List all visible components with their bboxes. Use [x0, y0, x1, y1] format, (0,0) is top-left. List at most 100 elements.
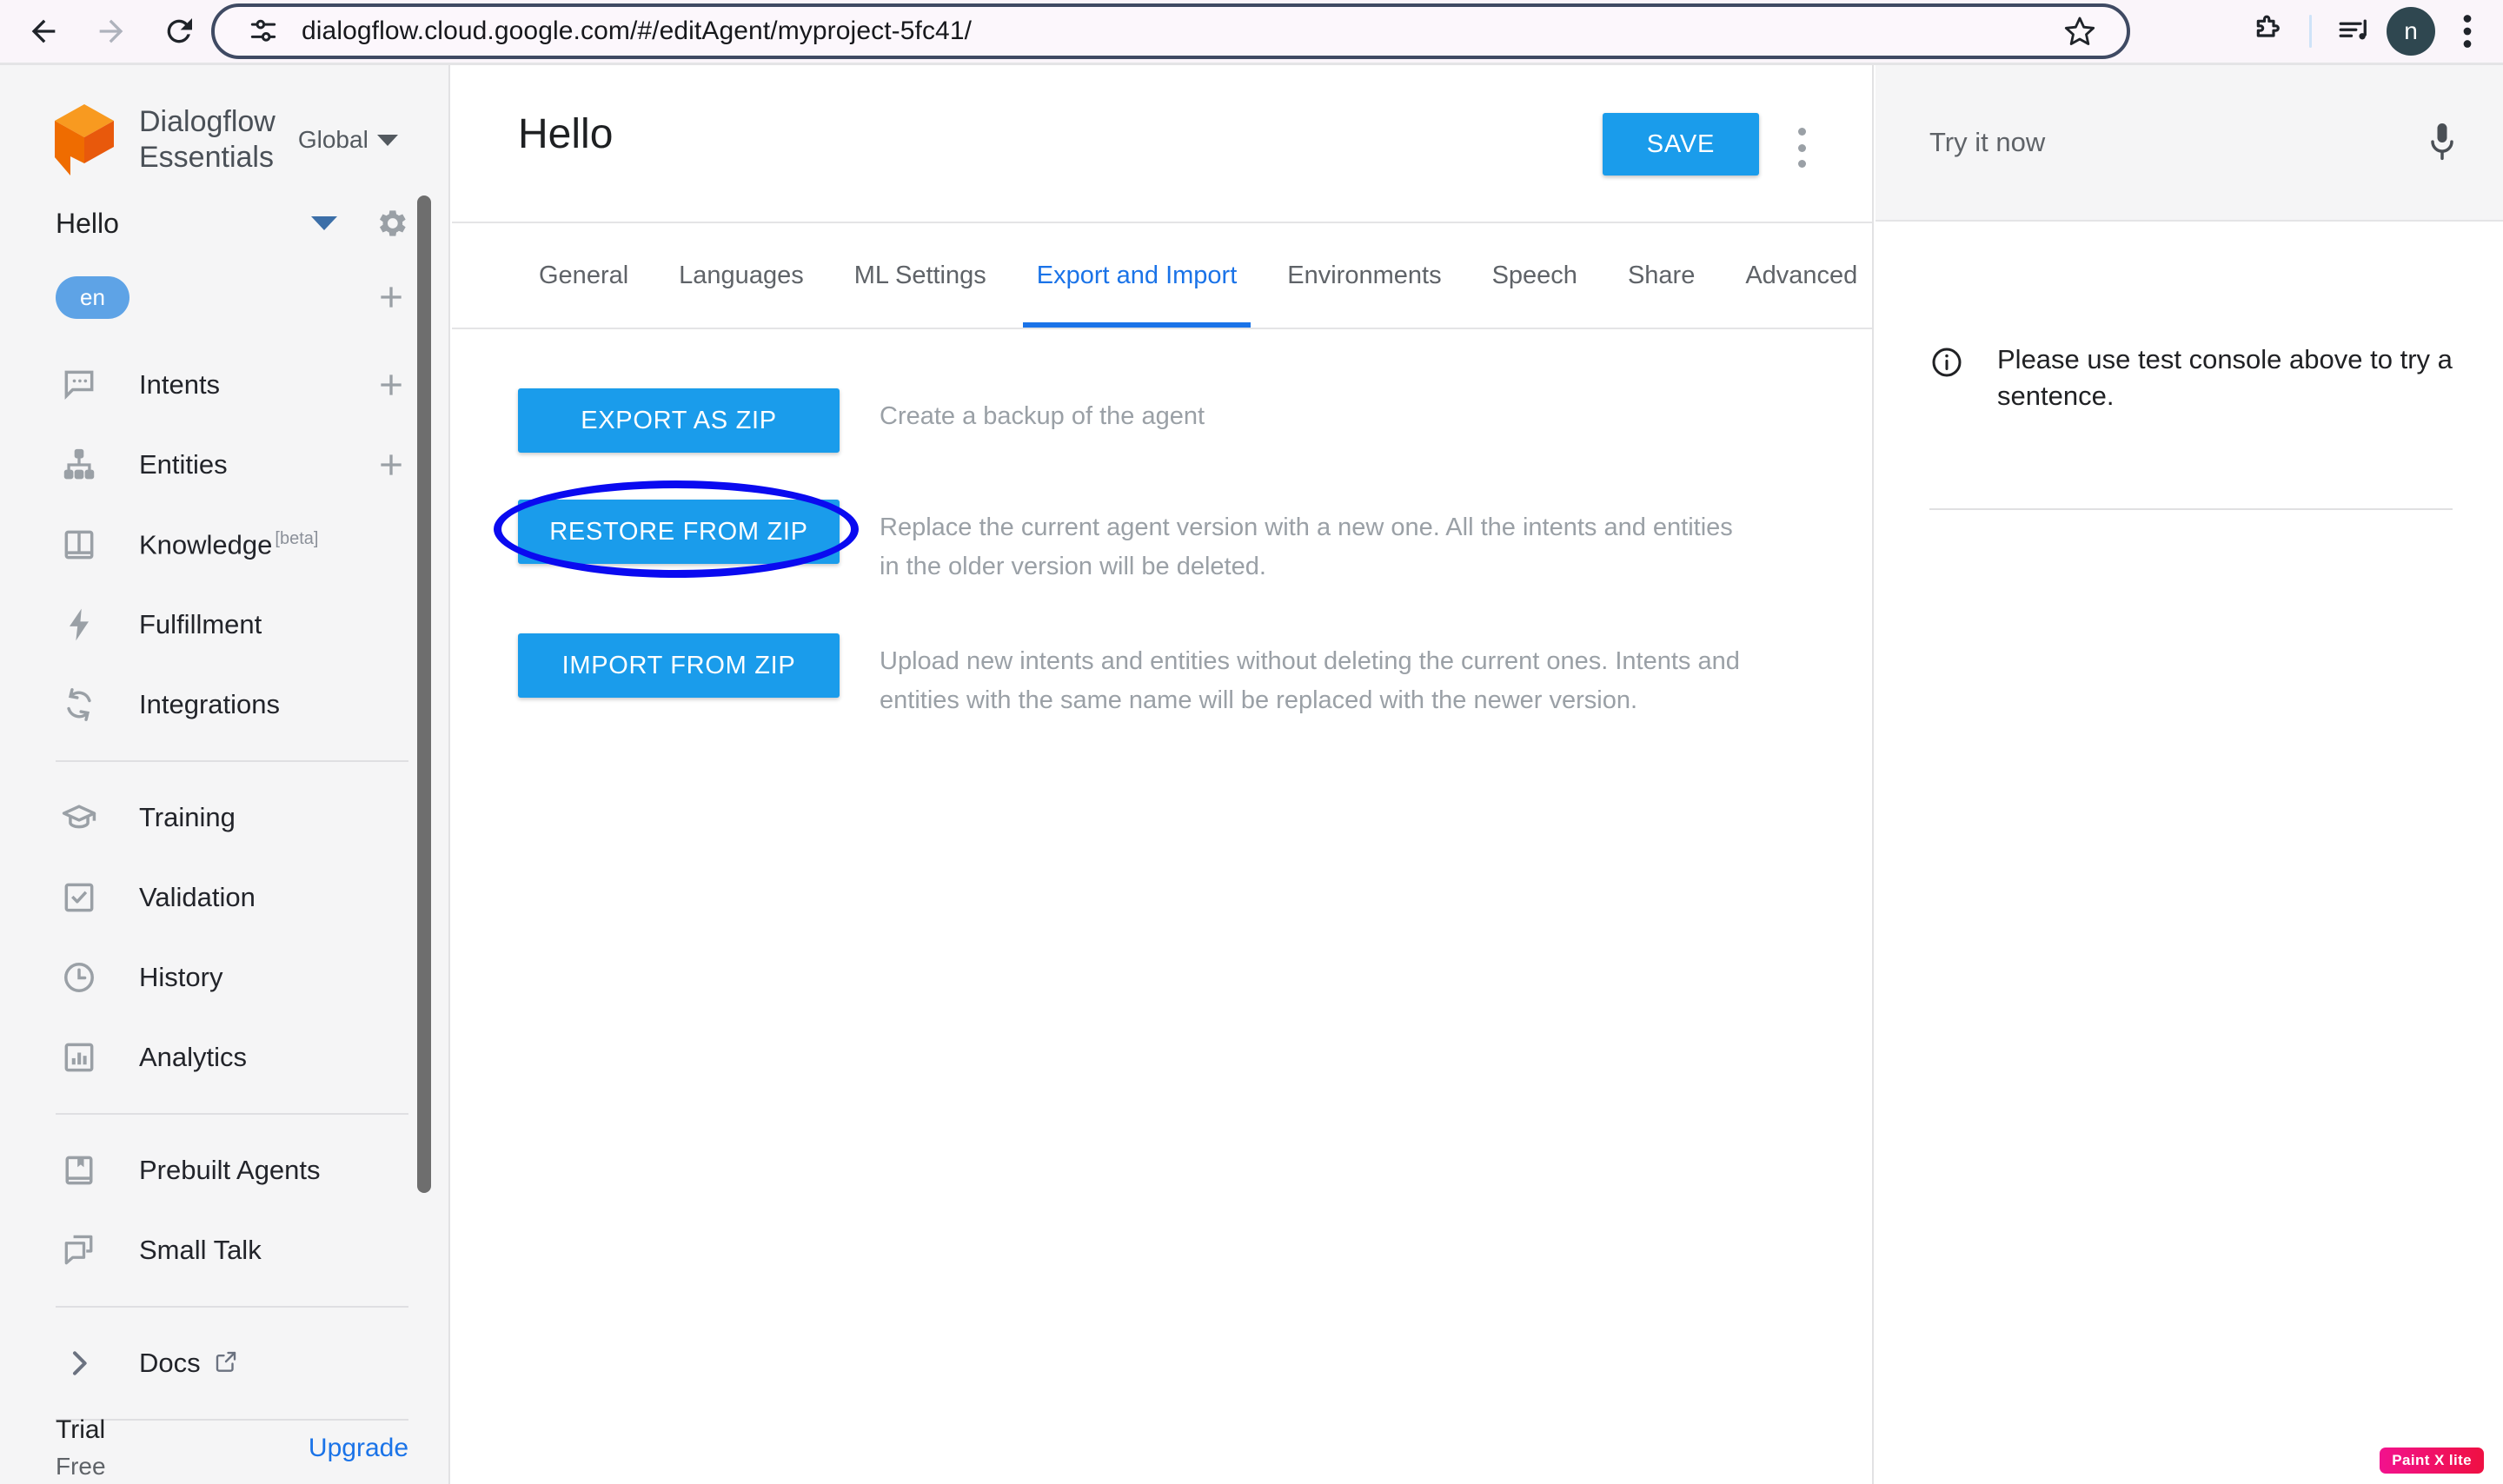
sidebar-item-small-talk[interactable]: Small Talk	[0, 1210, 448, 1290]
sidebar-item-entities[interactable]: Entities	[0, 425, 448, 505]
browser-nav-buttons	[0, 7, 203, 56]
training-cap-icon	[59, 798, 99, 838]
plan-row: Trial Free Upgrade	[56, 1411, 408, 1484]
sidebar-item-training[interactable]: Training	[0, 778, 448, 858]
tab-ml-settings[interactable]: ML Settings	[833, 223, 1007, 328]
small-talk-bubbles-icon	[59, 1230, 99, 1270]
language-row: en	[0, 260, 448, 335]
puzzle-piece-icon[interactable]	[2240, 4, 2294, 58]
sidebar-item-label: Entities	[139, 449, 228, 480]
dialogflow-logo-icon	[52, 103, 116, 177]
sidebar-nav-group-1: Intents Entities Knowledge [beta] Fulfil…	[0, 335, 448, 745]
save-button[interactable]: SAVE	[1603, 113, 1759, 176]
plus-icon[interactable]	[374, 447, 408, 482]
tab-share[interactable]: Share	[1607, 223, 1716, 328]
notice-divider	[1929, 508, 2453, 510]
page-title: Hello	[518, 111, 614, 157]
sidebar-divider	[56, 1113, 408, 1115]
export-row: EXPORT AS ZIP Create a backup of the age…	[452, 388, 1872, 453]
sidebar-item-history[interactable]: History	[0, 937, 448, 1017]
restore-row: RESTORE FROM ZIP Replace the current age…	[452, 480, 1872, 586]
main-content: Hello SAVE General Languages ML Settings…	[452, 65, 1874, 1484]
brand-line-1: Dialogflow	[139, 105, 276, 138]
chevron-down-icon[interactable]	[311, 216, 337, 230]
sidebar-item-label: Validation	[139, 882, 256, 912]
region-selector[interactable]: Global	[298, 126, 398, 154]
plus-icon[interactable]	[374, 280, 408, 315]
tab-advanced[interactable]: Advanced	[1724, 223, 1878, 328]
fulfillment-bolt-icon	[59, 605, 99, 645]
sidebar-item-intents[interactable]: Intents	[0, 345, 448, 425]
test-console-notice: Please use test console above to try a s…	[1929, 341, 2453, 414]
tab-environments[interactable]: Environments	[1266, 223, 1462, 328]
back-arrow-icon[interactable]	[19, 7, 68, 56]
sidebar-item-analytics[interactable]: Analytics	[0, 1017, 448, 1097]
region-label: Global	[297, 126, 368, 153]
sidebar-item-prebuilt-agents[interactable]: Prebuilt Agents	[0, 1130, 448, 1210]
sidebar-item-label: Fulfillment	[139, 609, 262, 639]
reload-icon[interactable]	[155, 7, 203, 56]
entities-hierarchy-icon	[59, 445, 99, 485]
sidebar-divider	[56, 760, 408, 762]
history-clock-icon	[59, 957, 99, 997]
sidebar-item-label: Training	[139, 802, 236, 832]
url-text[interactable]: dialogflow.cloud.google.com/#/editAgent/…	[302, 17, 2057, 46]
restore-from-zip-button[interactable]: RESTORE FROM ZIP	[518, 500, 840, 564]
knowledge-book-icon	[59, 525, 99, 565]
import-description: Upload new intents and entities without …	[880, 647, 1740, 714]
beta-badge: [beta]	[275, 528, 319, 548]
tab-speech[interactable]: Speech	[1471, 223, 1598, 328]
brand-header[interactable]: Dialogflow Essentials Global	[0, 65, 448, 187]
prebuilt-agents-bookmark-book-icon	[59, 1150, 99, 1190]
brand-line-2: Essentials	[139, 141, 274, 174]
gear-icon[interactable]	[372, 204, 410, 242]
sidebar: Dialogflow Essentials Global Hello en In…	[0, 65, 450, 1484]
export-as-zip-button[interactable]: EXPORT AS ZIP	[518, 388, 840, 453]
tab-general[interactable]: General	[518, 223, 649, 328]
sidebar-item-validation[interactable]: Validation	[0, 858, 448, 937]
import-from-zip-button[interactable]: IMPORT FROM ZIP	[518, 633, 840, 698]
sidebar-item-label: Analytics	[139, 1042, 248, 1072]
address-bar[interactable]: dialogflow.cloud.google.com/#/editAgent/…	[211, 3, 2130, 59]
analytics-bar-chart-icon	[59, 1037, 99, 1077]
language-chip-en[interactable]: en	[56, 275, 129, 319]
media-playlist-icon[interactable]	[2327, 4, 2381, 58]
three-dot-menu-icon[interactable]	[2440, 4, 2494, 58]
chevron-right-icon	[59, 1343, 99, 1383]
plan-section: Trial Free Upgrade	[0, 1411, 448, 1484]
sidebar-item-integrations[interactable]: Integrations	[0, 665, 448, 745]
tab-export-and-import[interactable]: Export and Import	[1016, 223, 1258, 328]
plan-subtitle: Free	[56, 1453, 106, 1480]
sidebar-item-text: Knowledge	[139, 529, 273, 560]
star-icon[interactable]	[2057, 9, 2102, 54]
sidebar-item-label: Small Talk	[139, 1235, 262, 1265]
tab-languages[interactable]: Languages	[658, 223, 825, 328]
page-body: Dialogflow Essentials Global Hello en In…	[0, 65, 2503, 1484]
sidebar-item-fulfillment[interactable]: Fulfillment	[0, 585, 448, 665]
avatar[interactable]: n	[2387, 7, 2435, 56]
export-import-panel: EXPORT AS ZIP Create a backup of the age…	[452, 329, 1872, 720]
import-row: IMPORT FROM ZIP Upload new intents and e…	[452, 633, 1872, 720]
chevron-down-icon	[376, 134, 398, 146]
agent-name: Hello	[56, 207, 119, 239]
sidebar-item-label: Docs	[139, 1348, 239, 1379]
forward-arrow-icon[interactable]	[87, 7, 136, 56]
three-dot-menu-icon[interactable]	[1785, 128, 1818, 168]
sidebar-item-label: Integrations	[139, 689, 280, 719]
agent-selector[interactable]: Hello	[0, 187, 448, 260]
external-link-icon	[213, 1348, 239, 1375]
sidebar-item-docs[interactable]: Docs	[0, 1323, 448, 1403]
try-it-now-input[interactable]: Try it now	[1929, 127, 2423, 158]
intents-chat-bubble-icon	[59, 365, 99, 405]
watermark-badge: Paint X lite	[2380, 1448, 2484, 1474]
sidebar-item-knowledge[interactable]: Knowledge [beta]	[0, 505, 448, 585]
upgrade-link[interactable]: Upgrade	[309, 1411, 408, 1463]
toolbar-divider	[2309, 15, 2312, 48]
sidebar-scrollbar-thumb[interactable]	[417, 195, 431, 1193]
plus-icon[interactable]	[374, 368, 408, 402]
validation-check-box-icon	[59, 878, 99, 918]
microphone-icon[interactable]	[2423, 119, 2461, 166]
restore-description: Replace the current agent version with a…	[880, 513, 1733, 580]
site-settings-tune-icon[interactable]	[244, 12, 282, 50]
test-console-panel: Try it now Please use test console above…	[1876, 65, 2503, 1484]
